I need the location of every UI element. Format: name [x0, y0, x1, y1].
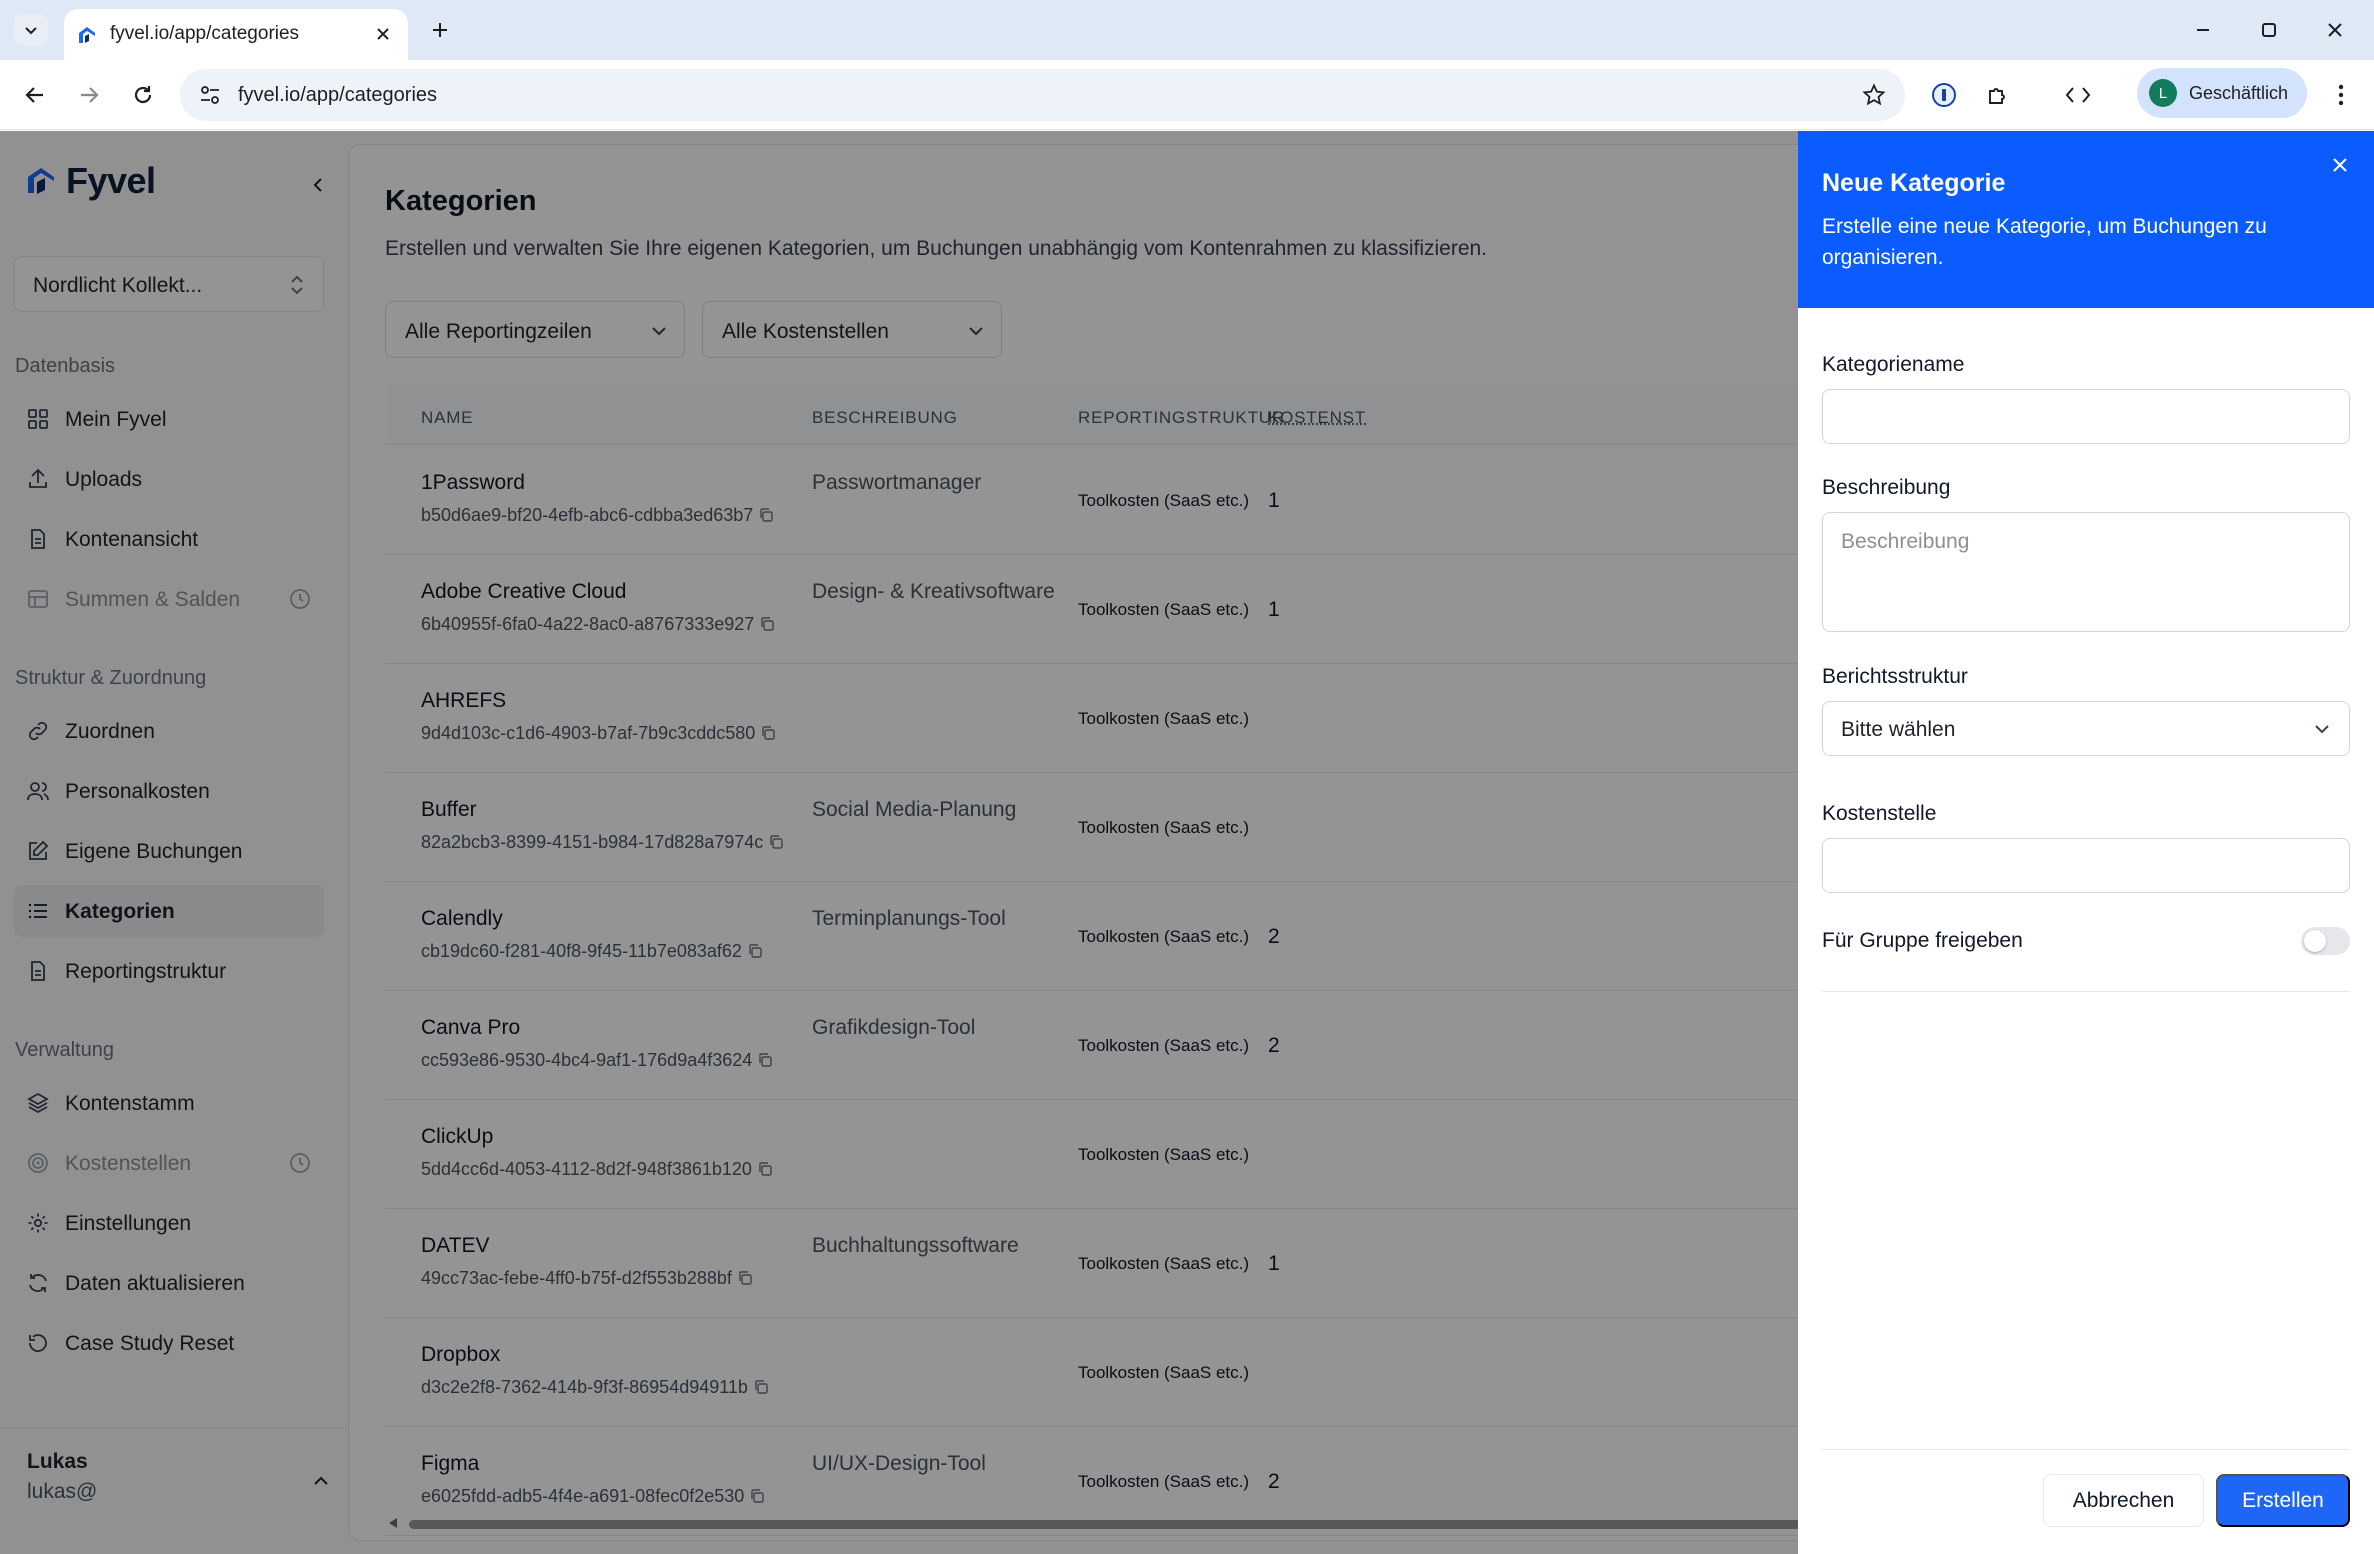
- drawer-subtitle: Erstelle eine neue Kategorie, um Buchung…: [1822, 215, 2267, 269]
- address-url: fyvel.io/app/categories: [238, 84, 438, 106]
- new-tab-button[interactable]: [424, 14, 456, 46]
- toggle-knob: [2304, 930, 2326, 952]
- fyvel-favicon-icon: [79, 27, 95, 43]
- browser-toolbar: fyvel.io/app/categories L Geschäftlich: [0, 60, 2374, 130]
- minimize-button[interactable]: [2186, 14, 2220, 46]
- back-button[interactable]: [16, 76, 54, 114]
- browser-menu-button[interactable]: [2324, 78, 2358, 112]
- report-structure-value: Bitte wählen: [1841, 718, 1956, 741]
- share-group-toggle[interactable]: [2301, 927, 2350, 955]
- tab-title: fyvel.io/app/categories: [110, 23, 300, 44]
- plus-icon: [433, 23, 447, 37]
- maximize-icon: [2262, 23, 2276, 37]
- description-textarea[interactable]: Beschreibung: [1822, 512, 2350, 632]
- window-close-button[interactable]: [2318, 14, 2352, 46]
- close-icon: [377, 28, 389, 40]
- password-manager-extension-icon[interactable]: [1926, 78, 1962, 112]
- more-vertical-icon: [2338, 84, 2344, 106]
- category-name-input[interactable]: [1822, 389, 2350, 444]
- report-structure-select[interactable]: Bitte wählen: [1822, 701, 2350, 756]
- close-icon: [2328, 23, 2342, 37]
- maximize-button[interactable]: [2252, 14, 2286, 46]
- address-bar[interactable]: fyvel.io/app/categories: [180, 69, 1905, 121]
- chevron-down-icon: [2311, 718, 2333, 740]
- bookmark-star-icon[interactable]: [1859, 81, 1889, 109]
- arrow-right-icon: [81, 87, 99, 103]
- description-placeholder: Beschreibung: [1841, 530, 1970, 553]
- close-icon: [2333, 158, 2347, 172]
- chevron-down-icon: [25, 27, 37, 35]
- devtools-code-icon[interactable]: [2060, 78, 2096, 112]
- profile-label: Geschäftlich: [2189, 83, 2289, 103]
- drawer-header: Neue Kategorie Erstelle eine neue Katego…: [1798, 131, 2374, 308]
- drawer-close-button[interactable]: [2327, 152, 2353, 178]
- browser-tab-strip: fyvel.io/app/categories: [0, 0, 2374, 60]
- profile-button[interactable]: L Geschäftlich: [2137, 68, 2307, 118]
- forward-button[interactable]: [70, 76, 108, 114]
- tab-close-button[interactable]: [370, 21, 396, 47]
- modal-backdrop[interactable]: [0, 131, 1798, 1554]
- browser-tab[interactable]: fyvel.io/app/categories: [64, 9, 408, 60]
- cancel-button[interactable]: Abbrechen: [2043, 1474, 2204, 1527]
- new-category-drawer: Neue Kategorie Erstelle eine neue Katego…: [1798, 131, 2374, 1554]
- extensions-puzzle-icon[interactable]: [1980, 78, 2016, 112]
- share-group-label: Für Gruppe freigeben: [1822, 929, 2023, 952]
- divider: [1822, 991, 2350, 992]
- avatar: L: [2149, 79, 2177, 107]
- drawer-title: Neue Kategorie: [1822, 169, 2006, 197]
- create-button[interactable]: Erstellen: [2216, 1474, 2350, 1527]
- category-name-label: Kategoriename: [1822, 353, 1965, 376]
- reload-button[interactable]: [124, 76, 162, 114]
- report-structure-label: Berichtsstruktur: [1822, 665, 1968, 688]
- arrow-left-icon: [25, 87, 43, 103]
- site-info-icon[interactable]: [196, 82, 224, 108]
- tab-search-button[interactable]: [14, 14, 48, 46]
- description-label: Beschreibung: [1822, 476, 1951, 499]
- footer-divider: [1822, 1449, 2350, 1450]
- cost-center-input[interactable]: [1822, 838, 2350, 893]
- reload-icon: [134, 86, 152, 104]
- cost-center-label: Kostenstelle: [1822, 802, 1937, 825]
- minimize-icon: [2197, 29, 2209, 31]
